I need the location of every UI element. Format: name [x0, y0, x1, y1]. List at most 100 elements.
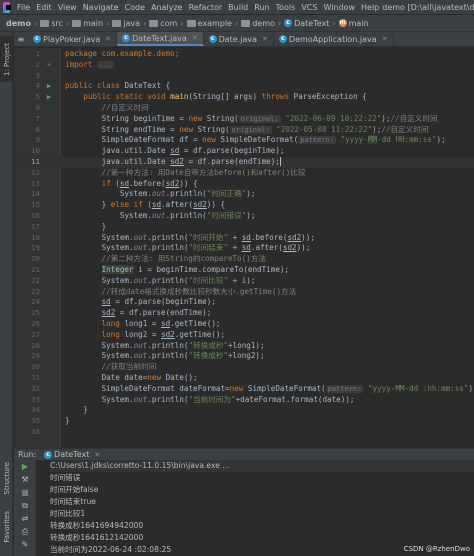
code-line[interactable]: 30 //获取当前时间: [14, 362, 474, 373]
menu-window[interactable]: Window: [320, 3, 358, 12]
breadcrumb-item[interactable]: main: [72, 19, 103, 28]
menu-navigate[interactable]: Navigate: [80, 3, 122, 12]
menu-analyze[interactable]: Analyze: [148, 3, 186, 12]
code-line[interactable]: 5 ▶ public static void main(String[] args…: [14, 92, 474, 103]
code-line[interactable]: 4 ▶ public class DateText {: [14, 81, 474, 92]
run-icon[interactable]: ▶: [45, 81, 53, 92]
menu-edit[interactable]: Edit: [33, 3, 55, 12]
folder-icon: [241, 19, 251, 27]
menu-refactor[interactable]: Refactor: [186, 3, 226, 12]
code-variable: sd: [241, 232, 251, 242]
code-text: );: [246, 189, 256, 199]
code-line[interactable]: 13 if (sd.before(sd2)) {: [14, 179, 474, 190]
code-text: SimpleDateFormat df =: [101, 135, 203, 145]
breadcrumb-item[interactable]: demo: [6, 19, 31, 28]
code-text: }: [65, 416, 70, 426]
code-line[interactable]: 1 package com.example.demo;: [14, 49, 474, 60]
code-line[interactable]: 21 Integer i = beginTime.compareTo(endTi…: [14, 264, 474, 276]
close-icon[interactable]: ✕: [105, 35, 111, 43]
code-line[interactable]: 28 System.out.println("转换成秒"+long1);: [14, 341, 474, 352]
run-label: Run:: [18, 450, 37, 459]
code-line[interactable]: 18 System.out.println("时间开始" + sd.before…: [14, 233, 474, 244]
folded-region[interactable]: ...: [97, 60, 114, 69]
project-tool-label: 1: Project: [2, 42, 11, 76]
code-line[interactable]: 36: [14, 427, 474, 438]
line-number: 25: [31, 308, 40, 318]
code-line[interactable]: 7 String beginTime = new String(original…: [14, 114, 474, 125]
code-line[interactable]: 12 //第一种方法: 用Date自带方法before()和after()比较: [14, 168, 474, 179]
line-number: 7: [35, 113, 40, 123]
breadcrumb-item[interactable]: com: [149, 19, 177, 28]
code-line[interactable]: 23 //转成date格式换成秒数比较秒数大小.getTime()方法: [14, 287, 474, 298]
code-line[interactable]: 35}: [14, 416, 474, 427]
code-line[interactable]: 29 System.out.println("转换成秒"+long2);: [14, 351, 474, 362]
menu-view[interactable]: View: [55, 3, 80, 12]
breadcrumb-item[interactable]: java: [112, 19, 140, 28]
console-output[interactable]: C:\Users\1.jdks\corretto-11.0.15\bin\jav…: [36, 460, 474, 556]
code-line[interactable]: 14 System.out.println("时间正确");: [14, 189, 474, 200]
menu-file[interactable]: File: [14, 3, 33, 12]
code-line[interactable]: 32 SimpleDateFormat dateFormat=new Simpl…: [14, 384, 474, 395]
breadcrumb-item[interactable]: c DateText: [284, 19, 329, 28]
menu-code[interactable]: Code: [122, 3, 148, 12]
restore-layout-icon[interactable]: ⧉: [14, 499, 36, 512]
tab-date[interactable]: c Date.java ✕: [204, 32, 274, 46]
code-line[interactable]: 17 }: [14, 222, 474, 233]
favorites-tool-tab[interactable]: Favorites: [0, 504, 13, 550]
tab-playpoker[interactable]: c PlayPoker.java ✕: [28, 32, 118, 46]
breadcrumb-item[interactable]: src: [40, 19, 63, 28]
code-line[interactable]: 22 System.out.println("时间比较" + i);: [14, 276, 474, 287]
project-tool-tab[interactable]: 1: Project: [0, 36, 13, 82]
parameter-hint: pattern:: [325, 384, 364, 393]
breadcrumb-item[interactable]: example: [186, 19, 232, 28]
close-icon[interactable]: ✕: [94, 451, 100, 459]
line-number: 11: [31, 156, 40, 166]
breadcrumb-item[interactable]: demo: [241, 19, 275, 28]
menu-build[interactable]: Build: [225, 3, 251, 12]
menu-run[interactable]: Run: [251, 3, 272, 12]
code-line-current[interactable]: 11 java.util.Date sd2 = df.parse(endTime…: [14, 156, 474, 168]
code-line[interactable]: 34 }: [14, 405, 474, 416]
code-line[interactable]: 26 long long1 = sd.getTime();: [14, 319, 474, 330]
code-line[interactable]: 24 sd = df.parse(beginTime);: [14, 297, 474, 308]
run-icon[interactable]: ▶: [45, 92, 53, 103]
code-line[interactable]: 20 //第二种方法: 用String的compareTo()方法: [14, 254, 474, 265]
code-line[interactable]: 9 SimpleDateFormat df = new SimpleDateFo…: [14, 135, 474, 146]
editor-tab-bar: ≡ c PlayPoker.java ✕ c DateText.java ✕ c Date…: [14, 32, 474, 47]
soft-wrap-icon[interactable]: ⇌: [14, 512, 36, 525]
fold-icon[interactable]: +: [45, 60, 53, 71]
code-line[interactable]: 16 System.out.println("时间错误");: [14, 211, 474, 222]
print-icon[interactable]: ⎙: [14, 525, 36, 538]
menu-help[interactable]: Help: [358, 3, 382, 12]
pin-icon[interactable]: ✎: [14, 538, 36, 551]
stop-icon[interactable]: ■: [14, 486, 36, 499]
run-tab[interactable]: c DateText ✕: [44, 450, 100, 459]
code-line[interactable]: 6 //自定义时间: [14, 103, 474, 114]
wrench-icon[interactable]: ⚒: [14, 473, 36, 486]
breadcrumb-item[interactable]: m main: [338, 19, 369, 28]
code-line[interactable]: 33 System.out.println("当前时间为"+dateFormat…: [14, 395, 474, 406]
tab-datetext[interactable]: c DateText.java ✕: [117, 32, 204, 46]
close-icon[interactable]: ✕: [192, 34, 198, 42]
rerun-icon[interactable]: ▶: [14, 460, 36, 473]
close-icon[interactable]: ✕: [382, 35, 388, 43]
code-line[interactable]: 10 java.util.Date sd = df.parse(beginTim…: [14, 146, 474, 157]
code-line[interactable]: 25 sd2 = df.parse(endTime);: [14, 308, 474, 319]
code-line[interactable]: 3: [14, 71, 474, 82]
close-icon[interactable]: ✕: [262, 35, 268, 43]
code-text: System.: [119, 210, 152, 220]
structure-tool-tab[interactable]: Structure: [0, 456, 13, 500]
code-line[interactable]: 2 + import ...: [14, 60, 474, 71]
menu-vcs[interactable]: VCS: [298, 3, 320, 12]
code-line[interactable]: 27 long long2 = sd2.getTime();: [14, 330, 474, 341]
tab-list-icon[interactable]: ≡: [14, 32, 28, 46]
code-line[interactable]: 19 System.out.println("时间结束" + sd.after(…: [14, 243, 474, 254]
code-line[interactable]: 8 String endTime = new String(original: …: [14, 125, 474, 136]
code-line[interactable]: 15 } else if (sd.after(sd2)) {: [14, 200, 474, 211]
tab-demoapplication[interactable]: c DemoApplication.java ✕: [274, 32, 394, 46]
code-line[interactable]: 31 Date date=new Date();: [14, 373, 474, 384]
code-editor[interactable]: 1 package com.example.demo; 2 + import ... …: [14, 48, 474, 448]
menu-tools[interactable]: Tools: [273, 3, 299, 12]
code-variable: sd2: [170, 156, 184, 166]
tab-label: Date.java: [218, 34, 258, 44]
